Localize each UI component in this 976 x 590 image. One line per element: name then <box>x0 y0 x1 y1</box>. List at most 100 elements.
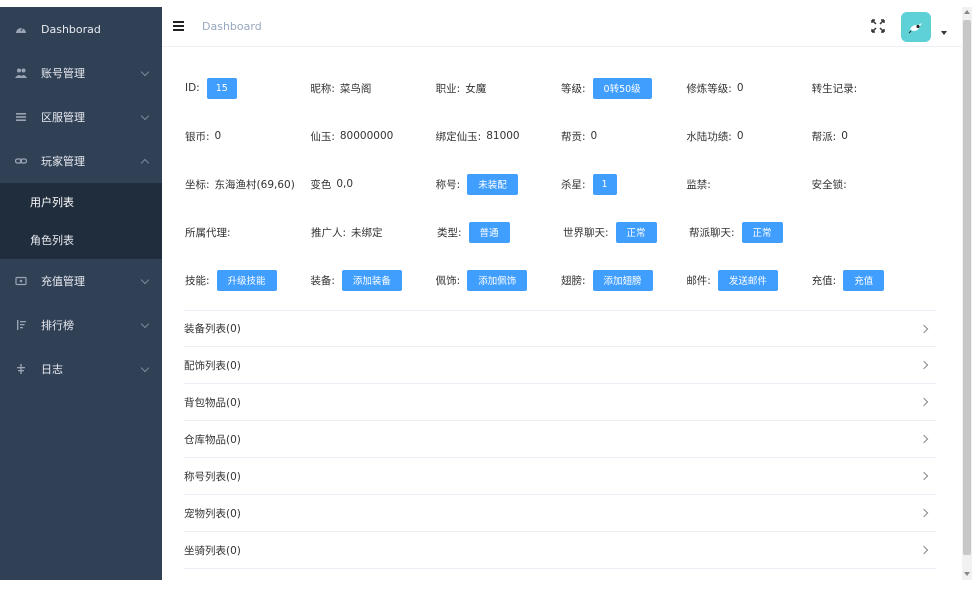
bird-icon <box>908 23 922 34</box>
field-accessory: 佩饰: 添加佩饰 <box>436 269 561 291</box>
add-wings-button[interactable]: 添加翅膀 <box>592 269 653 291</box>
field-title: 称号: 未装配 <box>436 173 561 195</box>
chevron-down-icon <box>140 275 150 285</box>
field-skills: 技能: 升级技能 <box>185 269 310 291</box>
hamburger-icon[interactable] <box>173 21 184 31</box>
collapse-title-list[interactable]: 称号列表(0) <box>184 458 936 495</box>
add-accessory-button[interactable]: 添加佩饰 <box>467 269 528 291</box>
sidebar-item-label: 区服管理 <box>41 111 85 124</box>
scrollbar[interactable] <box>962 7 972 580</box>
sidebar-item-label: 排行榜 <box>41 319 74 332</box>
chevron-right-icon <box>919 324 929 333</box>
avatar[interactable] <box>901 12 931 42</box>
field-coordinates: 坐标: 东海渔村(69,60) <box>185 178 295 191</box>
field-agent: 所属代理: <box>185 226 231 239</box>
sidebar-item-user-list[interactable]: 用户列表 <box>0 183 162 221</box>
sidebar-item-label: 日志 <box>41 363 63 376</box>
scroll-down-icon[interactable] <box>964 572 970 576</box>
breadcrumb[interactable]: Dashboard <box>202 20 262 33</box>
field-guild-chat: 帮派聊天: 正常 <box>689 221 815 243</box>
chevron-right-icon <box>919 471 929 481</box>
field-promoter: 推广人: 未绑定 <box>311 226 383 239</box>
scrollbar-thumb[interactable] <box>963 20 971 555</box>
chevron-down-icon <box>140 363 150 373</box>
sidebar-item-label: 角色列表 <box>30 234 74 247</box>
field-wings: 翅膀: 添加翅膀 <box>561 269 686 291</box>
fullscreen-icon[interactable] <box>871 19 885 33</box>
guild-chat-tag: 正常 <box>741 221 783 243</box>
collapse-backpack-items[interactable]: 背包物品(0) <box>184 384 936 421</box>
sidebar-item-ranking[interactable]: 排行榜 <box>0 303 162 347</box>
chevron-up-icon <box>140 158 150 168</box>
collapse-list: 装备列表(0) 配饰列表(0) 背包物品(0) 仓库物品(0) 称号列表(0) … <box>184 310 936 569</box>
dashboard-icon <box>14 22 28 36</box>
collapse-mount-list[interactable]: 坐骑列表(0) <box>184 532 936 569</box>
sidebar-submenu: 用户列表 角色列表 <box>0 183 162 259</box>
sidebar-item-label: 用户列表 <box>30 196 74 209</box>
recharge-button[interactable]: 充值 <box>843 269 885 291</box>
field-guild-contribution: 帮贡: 0 <box>560 130 598 143</box>
field-rebirth-record: 转生记录: <box>811 82 858 95</box>
chevron-right-icon <box>919 508 929 518</box>
sidebar-item-players[interactable]: 玩家管理 <box>0 139 162 183</box>
id-tag: 15 <box>206 77 237 99</box>
tree-icon <box>14 362 28 376</box>
sidebar-item-label: 账号管理 <box>41 67 85 80</box>
field-kill-star: 杀星: 1 <box>561 173 686 195</box>
chevron-right-icon <box>919 434 929 444</box>
sidebar-item-label: 充值管理 <box>41 275 85 288</box>
link-icon <box>14 154 28 168</box>
sidebar-item-logs[interactable]: 日志 <box>0 347 162 391</box>
sidebar-item-accounts[interactable]: 账号管理 <box>0 51 162 95</box>
info-row: ID: 15 昵称: 菜鸟阁 职业: 女魔 等级: 0转50级 修炼等级: 0 … <box>185 64 937 112</box>
info-row: 银币: 0 仙玉: 80000000 绑定仙玉: 81000 帮贡: 0 水陆功… <box>185 112 937 160</box>
kill-star-tag: 1 <box>592 173 617 195</box>
field-land-water-merit: 水陆功绩: 0 <box>686 130 744 143</box>
title-tag: 未装配 <box>467 173 518 195</box>
list-icon <box>14 110 28 124</box>
sidebar-item-recharge[interactable]: 充值管理 <box>0 259 162 303</box>
info-row: 所属代理: 推广人: 未绑定 类型: 普通 世界聊天: 正常 帮派聊天: 正常 <box>185 208 937 256</box>
info-row: 坐标: 东海渔村(69,60) 变色 0,0 称号: 未装配 杀星: 1 监禁:… <box>185 160 937 208</box>
sidebar-item-servers[interactable]: 区服管理 <box>0 95 162 139</box>
field-cultivation-level: 修炼等级: 0 <box>686 82 744 95</box>
field-type: 类型: 普通 <box>437 221 563 243</box>
field-level: 等级: 0转50级 <box>561 77 686 99</box>
sidebar: Dashborad 账号管理 区服管理 玩家管理 用户列表 角色列表 充值管理 <box>0 7 162 580</box>
chevron-right-icon <box>919 545 929 555</box>
sidebar-item-role-list[interactable]: 角色列表 <box>0 221 162 259</box>
field-jade: 仙玉: 80000000 <box>310 130 394 143</box>
collapse-accessory-list[interactable]: 配饰列表(0) <box>184 347 936 384</box>
world-chat-tag: 正常 <box>615 221 657 243</box>
field-id: ID: 15 <box>185 77 310 99</box>
scroll-up-icon[interactable] <box>964 10 970 14</box>
sort-icon <box>14 318 28 332</box>
field-class: 职业: 女魔 <box>435 82 487 95</box>
field-imprisonment: 监禁: <box>686 178 711 191</box>
collapse-warehouse-items[interactable]: 仓库物品(0) <box>184 421 936 458</box>
chevron-down-icon <box>140 67 150 77</box>
caret-down-icon[interactable] <box>941 31 947 35</box>
sidebar-item-dashboard[interactable]: Dashborad <box>0 7 162 51</box>
field-mail: 邮件: 发送邮件 <box>686 269 811 291</box>
chevron-down-icon <box>140 319 150 329</box>
player-info: ID: 15 昵称: 菜鸟阁 职业: 女魔 等级: 0转50级 修炼等级: 0 … <box>185 64 937 304</box>
navbar: Dashboard <box>162 7 962 47</box>
field-guild: 帮派: 0 <box>811 130 848 143</box>
sidebar-item-label: Dashborad <box>41 22 101 36</box>
field-bound-jade: 绑定仙玉: 81000 <box>435 130 520 143</box>
field-safety-lock: 安全锁: <box>811 178 847 191</box>
collapse-equipment-list[interactable]: 装备列表(0) <box>184 310 936 347</box>
field-silver: 银币: 0 <box>185 130 222 143</box>
info-row: 技能: 升级技能 装备: 添加装备 佩饰: 添加佩饰 翅膀: 添加翅膀 邮件: … <box>185 256 937 304</box>
users-icon <box>14 66 28 80</box>
chevron-right-icon <box>919 360 929 370</box>
level-tag: 0转50级 <box>592 77 652 99</box>
collapse-pet-list[interactable]: 宠物列表(0) <box>184 495 936 532</box>
field-recharge: 充值: 充值 <box>812 269 937 291</box>
type-tag: 普通 <box>468 221 510 243</box>
upgrade-skill-button[interactable]: 升级技能 <box>216 269 277 291</box>
field-world-chat: 世界聊天: 正常 <box>563 221 689 243</box>
add-equipment-button[interactable]: 添加装备 <box>341 269 402 291</box>
send-mail-button[interactable]: 发送邮件 <box>717 269 778 291</box>
